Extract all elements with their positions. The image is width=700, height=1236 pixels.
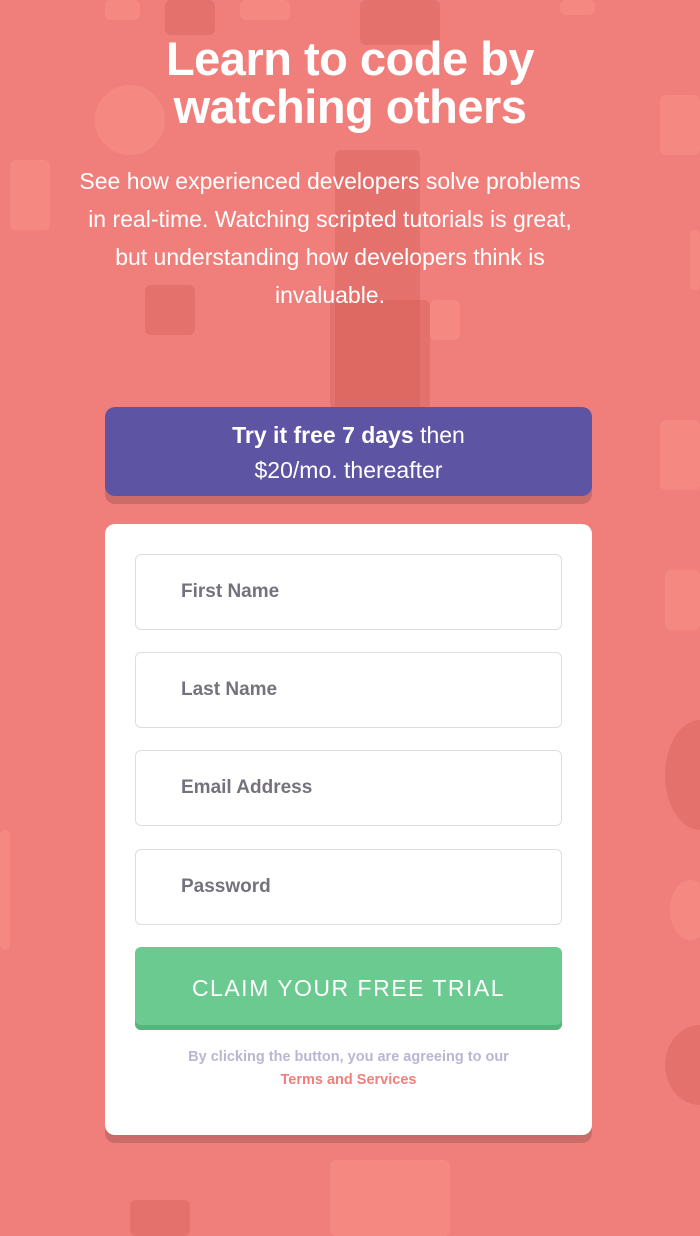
promo-line-1: Try it free 7 days then: [105, 418, 592, 453]
promo-price: $20/mo. thereafter: [254, 457, 443, 483]
claim-free-trial-button[interactable]: CLAIM YOUR FREE TRIAL: [135, 947, 562, 1030]
hero-subtitle: See how experienced developers solve pro…: [79, 168, 581, 308]
hero-title: Learn to code by watching others: [0, 35, 700, 131]
first-name-input[interactable]: [135, 554, 562, 630]
signup-form: CLAIM YOUR FREE TRIAL By clicking the bu…: [105, 524, 592, 1135]
hero-title-line-2: watching others: [173, 80, 527, 133]
promo-highlight: Try it free 7 days: [232, 422, 414, 448]
terms-notice: By clicking the button, you are agreeing…: [135, 1046, 562, 1092]
free-trial-banner: Try it free 7 days then $20/mo. thereaft…: [105, 407, 592, 496]
terms-text: By clicking the button, you are agreeing…: [188, 1049, 509, 1065]
terms-link[interactable]: Terms and Services: [135, 1069, 562, 1092]
email-input[interactable]: [135, 750, 562, 826]
hero-title-line-1: Learn to code by: [165, 32, 535, 85]
last-name-input[interactable]: [135, 652, 562, 728]
password-input[interactable]: [135, 849, 562, 925]
promo-tail: then: [413, 422, 465, 448]
